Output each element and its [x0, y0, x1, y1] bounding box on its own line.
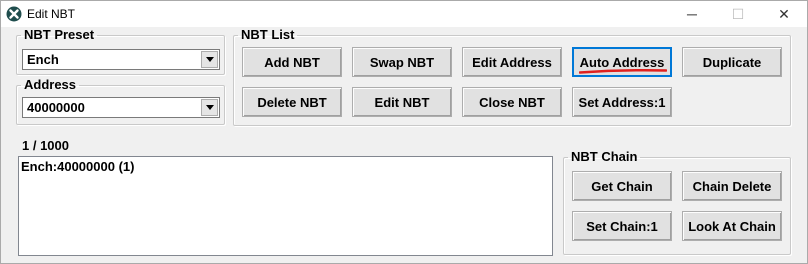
set-address-button[interactable]: Set Address:1: [572, 87, 672, 117]
minimize-button[interactable]: ─: [669, 1, 715, 27]
add-nbt-button[interactable]: Add NBT: [242, 47, 342, 77]
nbt-listbox[interactable]: Ench:40000000 (1): [18, 156, 553, 256]
address-label: Address: [24, 77, 77, 92]
delete-nbt-button[interactable]: Delete NBT: [242, 87, 342, 117]
item-counter: 1 / 1000: [22, 138, 69, 153]
edit-nbt-button[interactable]: Edit NBT: [352, 87, 452, 117]
nbt-list-label: NBT List: [241, 27, 295, 42]
close-nbt-button[interactable]: Close NBT: [462, 87, 562, 117]
set-chain-button[interactable]: Set Chain:1: [572, 211, 672, 241]
x-app-icon: [6, 6, 22, 22]
nbt-preset-label: NBT Preset: [24, 27, 95, 42]
maximize-button[interactable]: ☐: [715, 1, 761, 27]
nbt-preset-select[interactable]: Ench: [22, 49, 220, 70]
window-title: Edit NBT: [27, 7, 76, 21]
swap-nbt-button[interactable]: Swap NBT: [352, 47, 452, 77]
title-bar[interactable]: Edit NBT ─ ☐ ✕: [1, 1, 807, 27]
chevron-down-icon[interactable]: [201, 51, 218, 68]
chevron-down-icon[interactable]: [201, 99, 218, 116]
duplicate-button[interactable]: Duplicate: [682, 47, 782, 77]
edit-nbt-window: Edit NBT ─ ☐ ✕ NBT Preset Ench Address 4…: [0, 0, 808, 264]
address-value: 40000000: [27, 100, 85, 115]
nbt-preset-value: Ench: [27, 52, 59, 67]
close-window-button[interactable]: ✕: [761, 1, 807, 27]
chain-delete-button[interactable]: Chain Delete: [682, 171, 782, 201]
nbt-chain-label: NBT Chain: [571, 149, 638, 164]
get-chain-button[interactable]: Get Chain: [572, 171, 672, 201]
address-select[interactable]: 40000000: [22, 97, 220, 118]
look-at-chain-button[interactable]: Look At Chain: [682, 211, 782, 241]
red-underline-annotation: [579, 69, 667, 74]
edit-address-button[interactable]: Edit Address: [462, 47, 562, 77]
list-item[interactable]: Ench:40000000 (1): [21, 159, 134, 174]
